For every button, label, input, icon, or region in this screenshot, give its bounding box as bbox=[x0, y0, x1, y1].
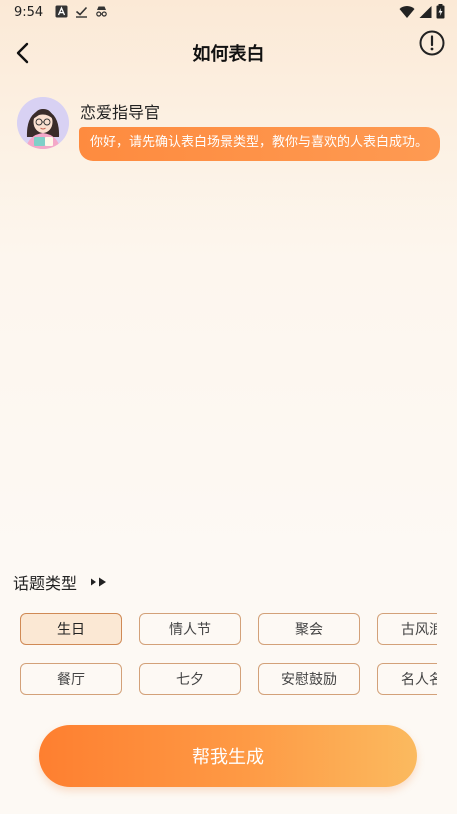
page-title: 如何表白 bbox=[192, 44, 265, 65]
exclamation-circle-icon[interactable] bbox=[419, 30, 445, 56]
check-icon bbox=[75, 6, 88, 18]
topic-chip-ancient-romance[interactable]: 古风浪 bbox=[377, 613, 437, 645]
status-bar: 9:54 bbox=[0, 0, 457, 26]
system-icons bbox=[399, 4, 445, 19]
topic-chip-valentines[interactable]: 情人节 bbox=[139, 613, 241, 645]
generate-button[interactable]: 帮我生成 bbox=[39, 725, 417, 787]
header: 如何表白 bbox=[0, 28, 457, 78]
topic-chip-party[interactable]: 聚会 bbox=[258, 613, 360, 645]
wifi-icon bbox=[399, 5, 415, 18]
a-square-icon bbox=[55, 5, 68, 18]
topic-chip-famous-quotes[interactable]: 名人名 bbox=[377, 663, 437, 695]
topic-chip-comfort[interactable]: 安慰鼓励 bbox=[258, 663, 360, 695]
battery-icon bbox=[436, 4, 445, 19]
signal-icon bbox=[419, 5, 432, 18]
topic-chips: 生日 情人节 聚会 古风浪 餐厅 七夕 安慰鼓励 名人名 bbox=[20, 613, 437, 703]
topic-section-header: 话题类型 bbox=[13, 570, 110, 594]
incognito-icon bbox=[96, 6, 107, 17]
topic-chip-birthday[interactable]: 生日 bbox=[20, 613, 122, 645]
bot-name: 恋爱指导官 bbox=[80, 103, 161, 122]
advisor-avatar-image bbox=[17, 97, 69, 149]
topic-chip-restaurant[interactable]: 餐厅 bbox=[20, 663, 122, 695]
topic-title: 话题类型 bbox=[13, 574, 78, 593]
message-bubble: 你好，请先确认表白场景类型，教你与喜欢的人表白成功。 bbox=[79, 127, 440, 161]
notification-icons bbox=[55, 5, 108, 18]
double-play-icon bbox=[90, 577, 110, 587]
topic-chip-qixi[interactable]: 七夕 bbox=[139, 663, 241, 695]
avatar bbox=[17, 97, 69, 149]
status-time: 9:54 bbox=[14, 5, 44, 20]
